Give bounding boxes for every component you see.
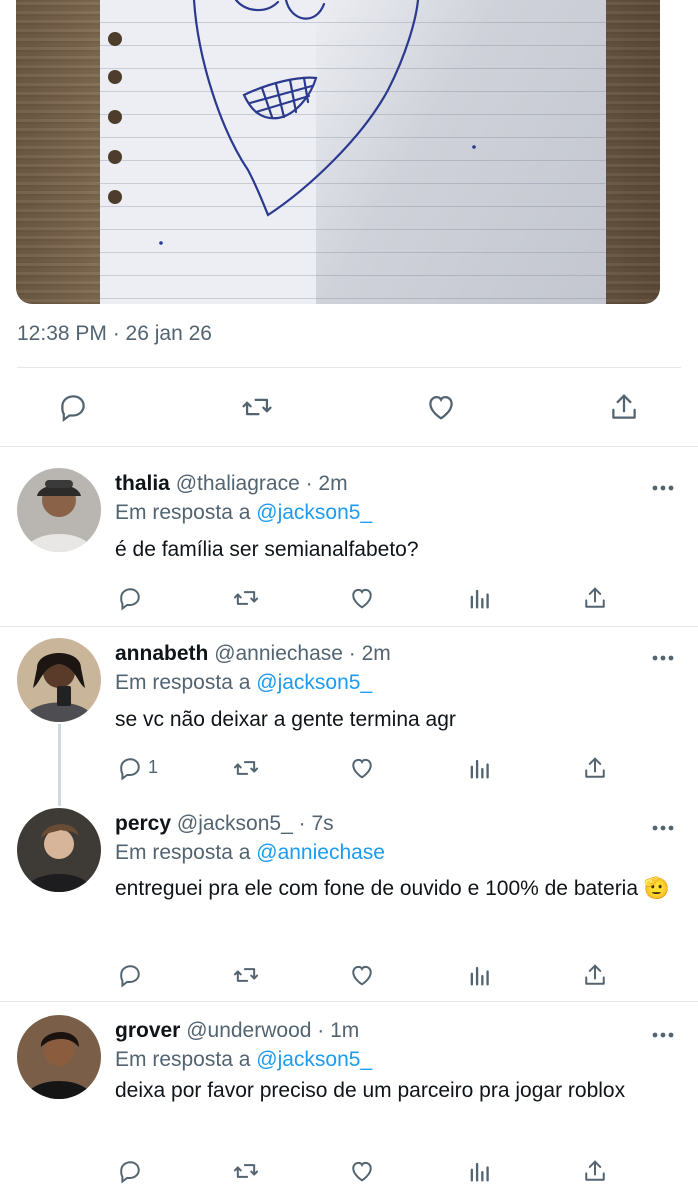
in-reply-to: Em resposta a @jackson5_ <box>115 501 372 525</box>
in-reply-label: Em resposta a <box>115 1048 251 1071</box>
share-icon[interactable] <box>581 584 609 612</box>
reply-time[interactable]: · 7s <box>299 812 334 835</box>
reply-action-bar <box>0 1157 698 1187</box>
reply-icon[interactable] <box>116 584 144 612</box>
share-icon[interactable] <box>607 390 641 424</box>
tweet-timestamp[interactable]: 12:38 PM · 26 jan 26 <box>17 322 212 346</box>
in-reply-to: Em resposta a @jackson5_ <box>115 1048 372 1072</box>
in-reply-label: Em resposta a <box>115 841 251 864</box>
like-icon[interactable] <box>348 961 376 989</box>
user-handle[interactable]: @jackson5_ <box>177 812 293 835</box>
pen-face-drawing <box>159 0 476 245</box>
divider <box>17 367 681 368</box>
more-options-icon[interactable] <box>652 820 674 831</box>
like-icon[interactable] <box>348 1157 376 1185</box>
mention-link[interactable]: @jackson5_ <box>256 1048 372 1071</box>
reply-text: deixa por favor preciso de um parceiro p… <box>115 1079 626 1102</box>
analytics-icon[interactable] <box>466 754 494 782</box>
retweet-icon[interactable] <box>232 584 260 612</box>
avatar[interactable] <box>17 468 101 552</box>
user-handle[interactable]: @anniechase <box>214 642 343 665</box>
divider <box>0 446 698 447</box>
display-name[interactable]: thalia <box>115 472 170 495</box>
avatar[interactable] <box>17 808 101 892</box>
reply-time[interactable]: · 2m <box>306 472 348 495</box>
in-reply-to: Em resposta a @jackson5_ <box>115 671 372 695</box>
reply-time[interactable]: · 2m <box>349 642 391 665</box>
reply-tweet[interactable]: percy @jackson5_ · 7s Em resposta a @ann… <box>0 808 698 998</box>
divider <box>0 626 698 627</box>
retweet-icon[interactable] <box>232 1157 260 1185</box>
analytics-icon[interactable] <box>466 961 494 989</box>
more-options-icon[interactable] <box>652 480 674 491</box>
reply-tweet[interactable]: thalia @thaliagrace · 2m Em resposta a @… <box>0 468 698 626</box>
divider <box>0 1001 698 1002</box>
like-icon[interactable] <box>424 390 458 424</box>
reply-text: se vc não deixar a gente termina agr <box>115 708 456 731</box>
more-options-icon[interactable] <box>652 650 674 661</box>
reply-icon[interactable] <box>116 961 144 989</box>
reply-header: grover @underwood · 1m <box>115 1019 359 1043</box>
reply-icon[interactable] <box>116 1157 144 1185</box>
mention-link[interactable]: @jackson5_ <box>256 671 372 694</box>
reply-icon[interactable] <box>56 390 90 424</box>
more-options-icon[interactable] <box>652 1027 674 1038</box>
share-icon[interactable] <box>581 1157 609 1185</box>
display-name[interactable]: grover <box>115 1019 180 1042</box>
reply-action-bar <box>0 584 698 614</box>
like-icon[interactable] <box>348 754 376 782</box>
reply-header: thalia @thaliagrace · 2m <box>115 472 348 496</box>
mention-link[interactable]: @anniechase <box>256 841 385 864</box>
avatar[interactable] <box>17 1015 101 1099</box>
share-icon[interactable] <box>581 754 609 782</box>
in-reply-label: Em resposta a <box>115 501 251 524</box>
reply-action-bar: 1 <box>0 754 698 784</box>
share-icon[interactable] <box>581 961 609 989</box>
reply-time[interactable]: · 1m <box>317 1019 359 1042</box>
tweet-media-image[interactable] <box>16 0 660 304</box>
reply-tweet[interactable]: grover @underwood · 1m Em resposta a @ja… <box>0 1015 698 1199</box>
reply-tweet[interactable]: annabeth @anniechase · 2m Em resposta a … <box>0 638 698 798</box>
in-reply-to: Em resposta a @anniechase <box>115 841 385 865</box>
reply-header: annabeth @anniechase · 2m <box>115 642 391 666</box>
mention-link[interactable]: @jackson5_ <box>256 501 372 524</box>
reply-header: percy @jackson5_ · 7s <box>115 812 334 836</box>
reply-count: 1 <box>148 757 159 777</box>
analytics-icon[interactable] <box>466 584 494 612</box>
like-icon[interactable] <box>348 584 376 612</box>
retweet-icon[interactable] <box>240 390 274 424</box>
reply-action-bar <box>0 961 698 991</box>
user-handle[interactable]: @thaliagrace <box>176 472 300 495</box>
reply-text: entreguei pra ele com fone de ouvido e 1… <box>115 877 671 900</box>
avatar[interactable] <box>17 638 101 722</box>
retweet-icon[interactable] <box>232 754 260 782</box>
display-name[interactable]: annabeth <box>115 642 208 665</box>
user-handle[interactable]: @underwood <box>186 1019 311 1042</box>
tweet-action-bar <box>0 384 698 430</box>
in-reply-label: Em resposta a <box>115 671 251 694</box>
reply-text: é de família ser semianalfabeto? <box>115 538 419 561</box>
analytics-icon[interactable] <box>466 1157 494 1185</box>
display-name[interactable]: percy <box>115 812 171 835</box>
reply-icon[interactable] <box>116 754 144 782</box>
retweet-icon[interactable] <box>232 961 260 989</box>
